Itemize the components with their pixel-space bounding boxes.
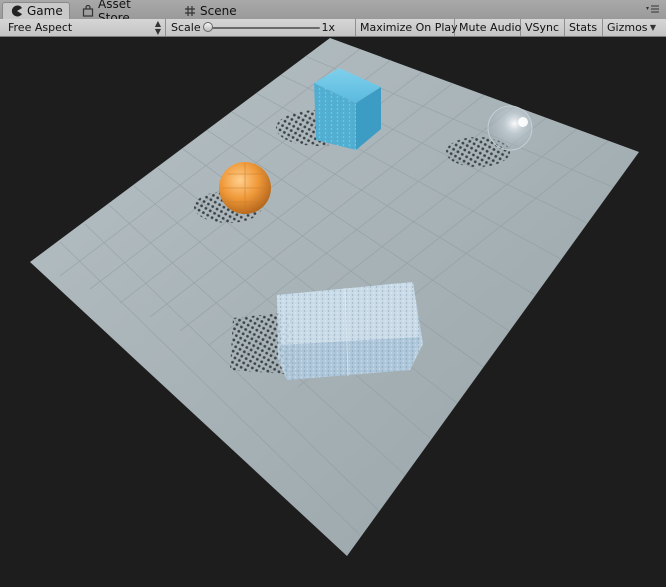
stats-label: Stats — [569, 21, 598, 34]
tab-scene-label: Scene — [200, 3, 237, 18]
panel-menu-icon[interactable] — [646, 3, 660, 15]
aspect-label: Free Aspect — [8, 21, 73, 34]
dropdown-arrows-icon: ▲ ▼ — [154, 18, 161, 36]
scale-label: Scale — [171, 21, 201, 34]
stats-toggle[interactable]: Stats — [565, 19, 603, 36]
grid-hash-icon — [184, 5, 196, 17]
glass-sphere — [487, 105, 533, 151]
gizmos-dropdown[interactable]: Gizmos ▼ — [603, 19, 660, 36]
vsync-label: VSync — [525, 21, 560, 34]
orange-sphere — [219, 162, 271, 214]
vsync-toggle[interactable]: VSync — [521, 19, 565, 36]
scale-value: 1x — [321, 21, 335, 34]
mute-audio-toggle[interactable]: Mute Audio — [455, 19, 521, 36]
maximize-on-play-label: Maximize On Play — [360, 21, 458, 34]
chevron-down-icon: ▼ — [649, 23, 656, 32]
pacman-icon — [11, 5, 23, 17]
editor-tab-bar: Game Asset Store Scene — [0, 0, 666, 25]
glass-box — [277, 282, 423, 380]
game-viewport[interactable] — [0, 37, 666, 587]
scale-control: Scale 1x — [166, 19, 356, 36]
aspect-dropdown[interactable]: Free Aspect ▲ ▼ — [4, 19, 166, 36]
tab-scene[interactable]: Scene — [176, 2, 246, 19]
scale-slider-handle[interactable] — [203, 22, 213, 32]
tab-asset-store[interactable]: Asset Store — [74, 0, 170, 25]
gizmos-label: Gizmos — [607, 21, 648, 34]
game-view-toolbar: Free Aspect ▲ ▼ Scale 1x Maximize On Play… — [0, 19, 666, 37]
scale-slider-track[interactable] — [210, 27, 320, 29]
tab-game-label: Game — [27, 4, 63, 18]
mute-audio-label: Mute Audio — [459, 21, 522, 34]
tab-game[interactable]: Game — [2, 2, 70, 19]
scene-render — [30, 38, 639, 556]
store-bag-icon — [82, 4, 94, 17]
maximize-on-play-toggle[interactable]: Maximize On Play — [356, 19, 458, 36]
